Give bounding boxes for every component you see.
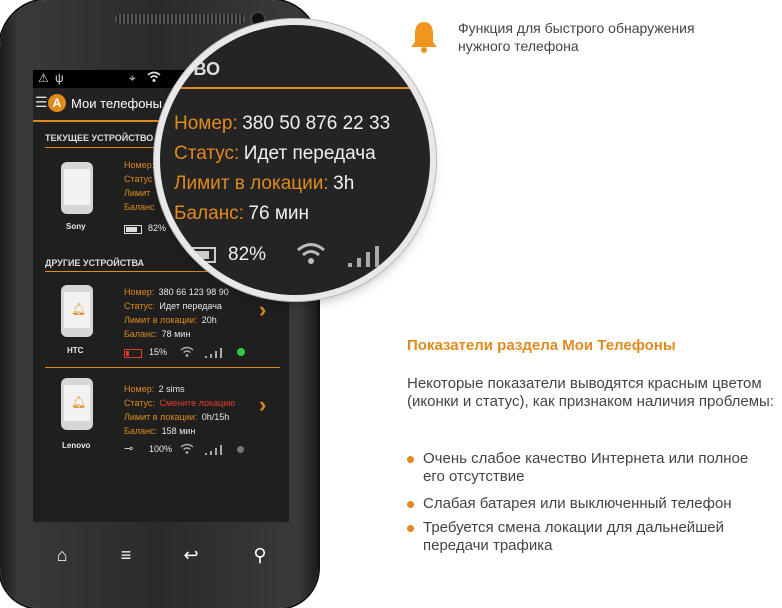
section-current-device: ТЕКУЩЕЕ УСТРОЙСТВО [45, 133, 154, 143]
current-battery: 82% [148, 223, 167, 233]
info-paragraph: Некоторые показатели выводятся красным ц… [407, 375, 774, 410]
balance-value: 78 мин [161, 329, 191, 339]
bell-icon: 🔔︎ [71, 302, 87, 316]
speaker-grille [115, 14, 245, 24]
current-device-name: Sony [66, 222, 86, 231]
battery-value: 100% [149, 444, 173, 454]
app-title: Мои телефоны [71, 96, 162, 111]
lenovo-phone-icon: 🔔︎ [61, 378, 93, 430]
signal-icon [205, 442, 225, 460]
limit-value: 20h [201, 315, 217, 325]
magnified-signal-icon [348, 243, 388, 272]
magnified-limit-label: Лимит в локации: [174, 173, 329, 194]
htc-phone-icon: 🔔︎ [61, 285, 93, 337]
balance-value: 158 мин [161, 426, 196, 436]
gps-icon: ⌖ [129, 71, 136, 85]
search-button[interactable]: ⚲ [245, 545, 275, 566]
current-balance-label: Баланс [124, 202, 155, 212]
current-device-phone-icon [61, 162, 93, 214]
balance-label: Баланс: [124, 426, 158, 436]
chevron-right-icon[interactable]: › [259, 297, 266, 323]
info-bullet-1: Очень слабое качество Интернета или полн… [423, 450, 749, 485]
current-number-label: Номер: [124, 160, 155, 170]
device-name: Lenovo [62, 441, 91, 450]
magnifier-lens: СТВО Номер: 380 50 876 22 33 Статус: Иде… [160, 25, 430, 295]
wifi-icon [180, 345, 194, 363]
section-other-devices: ДРУГИЕ УСТРОЙСТВА [45, 258, 145, 268]
wifi-icon [180, 442, 194, 460]
back-button[interactable]: ↩ [176, 545, 206, 566]
info-bullet-2: Слабая батарея или выключенный телефон [423, 495, 732, 512]
battery-value: 15% [149, 347, 168, 357]
magnified-status-value: Идет передача [243, 143, 376, 164]
bullet-dot [407, 456, 414, 463]
signal-icon [205, 345, 225, 363]
device-card-lenovo[interactable]: 🔔︎ Lenovo Номер: 2 sims Статус: Смените … [33, 370, 289, 464]
magnified-wifi-icon [296, 241, 326, 272]
magnified-rule [160, 87, 430, 89]
magnified-limit-value: 3h [333, 173, 355, 194]
usb-icon: ψ [55, 71, 64, 85]
info-bullet-3: Требуется смена локации для дальнейшей п… [423, 519, 724, 554]
magnified-number-value: 380 50 876 22 33 [242, 113, 391, 134]
card-divider [45, 367, 280, 368]
battery-low-icon [124, 349, 142, 358]
online-indicator [237, 348, 245, 356]
magnified-header: СТВО [170, 59, 221, 79]
offline-indicator [237, 446, 244, 453]
menu-button[interactable]: ≡ [111, 545, 141, 566]
magnified-status-label: Статус: [174, 143, 240, 164]
bell-icon [408, 20, 440, 59]
device-name: HTC [67, 346, 84, 355]
wifi-icon [147, 70, 161, 87]
magnified-balance-label: Баланс: [174, 203, 244, 224]
limit-value: 0h/15h [201, 412, 230, 422]
balance-label: Баланс: [124, 329, 158, 339]
bullet-dot [407, 525, 414, 532]
magnified-battery-value: 82% [228, 244, 267, 265]
battery-icon [124, 225, 142, 234]
current-status-label: Статус [124, 174, 153, 184]
home-button[interactable]: ⌂ [47, 545, 77, 566]
app-logo-icon: A [48, 94, 66, 112]
drawer-menu-icon[interactable]: ☰ [35, 94, 48, 111]
warning-icon: ⚠ [38, 71, 49, 85]
magnified-battery-icon [190, 247, 216, 263]
info-heading: Показатели раздела Мои Телефоны [407, 337, 676, 354]
front-camera [252, 13, 264, 25]
bell-icon: 🔔︎ [71, 395, 87, 409]
bullet-dot [407, 501, 414, 508]
feature-description: Функция для быстрого обнаружения нужного… [458, 20, 695, 54]
charging-plug-icon: ⊸ [124, 443, 134, 455]
current-limit-label: Лимит [124, 188, 151, 198]
magnified-balance-value: 76 мин [248, 203, 310, 224]
magnified-number-label: Номер: [174, 113, 238, 134]
chevron-right-icon[interactable]: › [259, 392, 266, 418]
